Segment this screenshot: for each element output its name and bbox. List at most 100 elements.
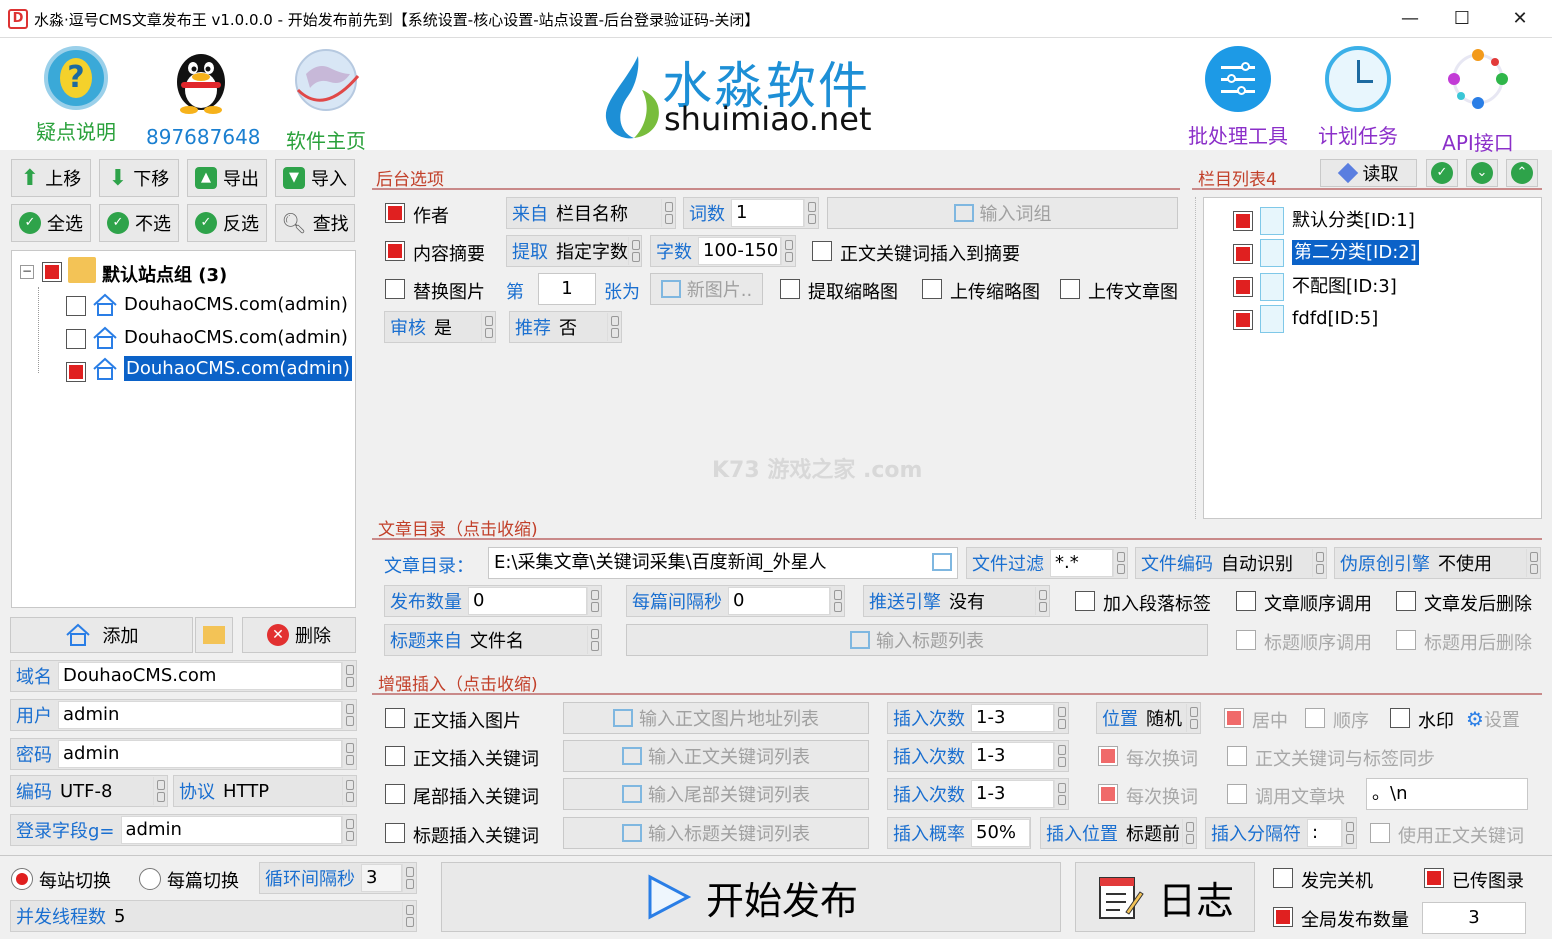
body-keyword-checkbox[interactable] (385, 746, 405, 766)
tail-keyword-list-button[interactable]: 输入尾部关键词列表 (563, 778, 869, 810)
site-checkbox-3[interactable] (66, 362, 86, 382)
insert-probability-field[interactable]: 插入概率 50% (887, 817, 1031, 849)
delete-after-checkbox[interactable] (1396, 591, 1416, 611)
column-checkbox-2[interactable] (1233, 244, 1253, 264)
import-button[interactable]: ▼ 导入 (275, 159, 355, 197)
nth-input[interactable]: 1 (538, 273, 596, 305)
tail-keyword-times-field[interactable]: 插入次数 1-3 (887, 778, 1069, 810)
site-item-2[interactable]: DouhaoCMS.com(admin) (92, 326, 348, 350)
login-field[interactable]: 登录字段g= admin (10, 814, 357, 846)
password-field[interactable]: 密码 admin (10, 738, 357, 770)
batch-tool-button[interactable]: 批处理工具 (1183, 46, 1293, 149)
replace-image-checkbox[interactable] (385, 279, 405, 299)
title-from-select[interactable]: 标题来自 文件名 (384, 624, 602, 656)
extract-thumb-checkbox[interactable] (780, 279, 800, 299)
order-call-checkbox[interactable] (1236, 591, 1256, 611)
watermark-settings-button[interactable]: ⚙设置 (1466, 706, 1520, 732)
select-all-button[interactable]: ✓ 全选 (11, 204, 91, 242)
site-checkbox-2[interactable] (66, 329, 86, 349)
column-checkbox-1[interactable] (1233, 211, 1253, 231)
encoding-select[interactable]: 编码 UTF-8 (10, 775, 168, 807)
body-keyword-times-field[interactable]: 插入次数 1-3 (887, 740, 1069, 772)
summary-checkbox[interactable] (385, 241, 405, 261)
file-encoding-select[interactable]: 文件编码 自动识别 (1135, 547, 1327, 579)
column-item-4[interactable]: fdfd[ID:5] (1260, 305, 1378, 333)
read-columns-button[interactable]: 读取 (1320, 159, 1417, 187)
shutdown-checkbox[interactable] (1273, 868, 1293, 888)
words-count-field[interactable]: 词数 1 (683, 197, 819, 229)
threads-select[interactable]: 并发线程数 5 (10, 900, 417, 932)
user-field[interactable]: 用户 admin (10, 699, 357, 731)
log-button[interactable]: 日志 (1075, 862, 1255, 932)
delete-site-button[interactable]: ✕ 删除 (242, 617, 356, 653)
api-button[interactable]: API接口 (1423, 46, 1533, 156)
move-up-button[interactable]: ⬆ 上移 (11, 159, 91, 197)
group-checkbox[interactable] (42, 262, 62, 282)
keyword-tag-sync-checkbox[interactable] (1227, 746, 1247, 766)
global-count-input[interactable]: 3 (1422, 902, 1526, 934)
extract-select[interactable]: 提取 指定字数 (506, 235, 642, 267)
tail-each-change-checkbox[interactable] (1098, 784, 1118, 804)
uploaded-images-checkbox[interactable] (1424, 868, 1444, 888)
author-from-select[interactable]: 来自 栏目名称 (506, 197, 676, 229)
columns-check-none-button[interactable]: ⌄ (1466, 159, 1498, 187)
block-separator-input[interactable]: 。\n (1366, 778, 1528, 810)
help-button[interactable]: ? 疑点说明 (21, 46, 131, 145)
new-image-button[interactable]: 新图片.. (650, 273, 763, 305)
insert-position-select[interactable]: 插入位置 标题前 (1040, 817, 1197, 849)
maximize-button[interactable]: ☐ (1442, 6, 1482, 32)
invert-selection-button[interactable]: ✓ 反选 (187, 204, 267, 242)
pseudo-engine-select[interactable]: 伪原创引擎 不使用 (1334, 547, 1541, 579)
start-publish-button[interactable]: 开始发布 (441, 862, 1061, 932)
tail-keyword-checkbox[interactable] (385, 784, 405, 804)
site-checkbox-1[interactable] (66, 296, 86, 316)
center-checkbox[interactable] (1224, 708, 1244, 728)
select-none-button[interactable]: ✓ 不选 (99, 204, 179, 242)
image-position-select[interactable]: 位置 随机 (1096, 702, 1201, 734)
watermark-checkbox[interactable] (1390, 708, 1410, 728)
paragraph-tag-checkbox[interactable] (1075, 591, 1095, 611)
site-item-3[interactable]: DouhaoCMS.com(admin) (92, 356, 352, 381)
column-item-3[interactable]: 不配图[ID:3] (1260, 272, 1397, 301)
body-keyword-list-button[interactable]: 输入正文关键词列表 (563, 740, 869, 772)
per-site-radio[interactable] (11, 868, 33, 890)
title-keyword-checkbox[interactable] (385, 823, 405, 843)
column-item-1[interactable]: 默认分类[ID:1] (1260, 206, 1415, 235)
columns-invert-button[interactable]: ⌃ (1506, 159, 1538, 187)
per-article-radio[interactable] (139, 868, 161, 890)
insert-separator-field[interactable]: 插入分隔符: (1205, 817, 1357, 849)
input-wordgroup-button[interactable]: 输入词组 (827, 197, 1178, 229)
enhance-header[interactable]: 增强插入（点击收缩) (378, 670, 538, 695)
body-each-change-checkbox[interactable] (1098, 746, 1118, 766)
domain-field[interactable]: 域名 DouhaoCMS.com (10, 660, 357, 692)
kw-in-summary-checkbox[interactable] (812, 241, 832, 261)
dir-input[interactable]: E:\采集文章\关键词采集\百度新闻_外星人 (488, 547, 958, 579)
use-body-keyword-checkbox[interactable] (1370, 823, 1390, 843)
upload-image-checkbox[interactable] (1060, 279, 1080, 299)
column-list[interactable]: 默认分类[ID:1] 第二分类[ID:2] 不配图[ID:3] fdfd[ID:… (1203, 197, 1542, 519)
push-engine-select[interactable]: 推送引擎 没有 (863, 585, 1050, 617)
browse-folder-icon[interactable] (932, 553, 952, 571)
title-keyword-list-button[interactable]: 输入标题关键词列表 (563, 817, 869, 849)
global-count-checkbox[interactable] (1273, 907, 1293, 927)
close-button[interactable]: ✕ (1500, 6, 1540, 32)
export-button[interactable]: ▲ 导出 (187, 159, 267, 197)
minimize-button[interactable]: — (1390, 6, 1430, 32)
add-site-button[interactable]: 添加 (10, 617, 193, 653)
file-filter-field[interactable]: 文件过滤 *.* (966, 547, 1128, 579)
column-checkbox-3[interactable] (1233, 277, 1253, 297)
title-order-checkbox[interactable] (1236, 630, 1256, 650)
audit-select[interactable]: 审核是 (384, 311, 496, 343)
body-image-times-field[interactable]: 插入次数 1-3 (887, 702, 1069, 734)
publish-count-field[interactable]: 发布数量 0 (384, 585, 602, 617)
input-title-list-button[interactable]: 输入标题列表 (626, 624, 1208, 656)
protocol-select[interactable]: 协议 HTTP (173, 775, 357, 807)
site-item-1[interactable]: DouhaoCMS.com(admin) (92, 293, 348, 317)
interval-field[interactable]: 每篇间隔秒 0 (626, 585, 845, 617)
title-delete-checkbox[interactable] (1396, 630, 1416, 650)
column-item-2[interactable]: 第二分类[ID:2] (1260, 238, 1419, 267)
body-image-checkbox[interactable] (385, 708, 405, 728)
site-tree[interactable]: − 默认站点组 (3) DouhaoCMS.com(admin) DouhaoC… (11, 250, 356, 608)
chars-field[interactable]: 字数 100-150 (650, 235, 796, 267)
open-folder-button[interactable] (195, 617, 233, 653)
